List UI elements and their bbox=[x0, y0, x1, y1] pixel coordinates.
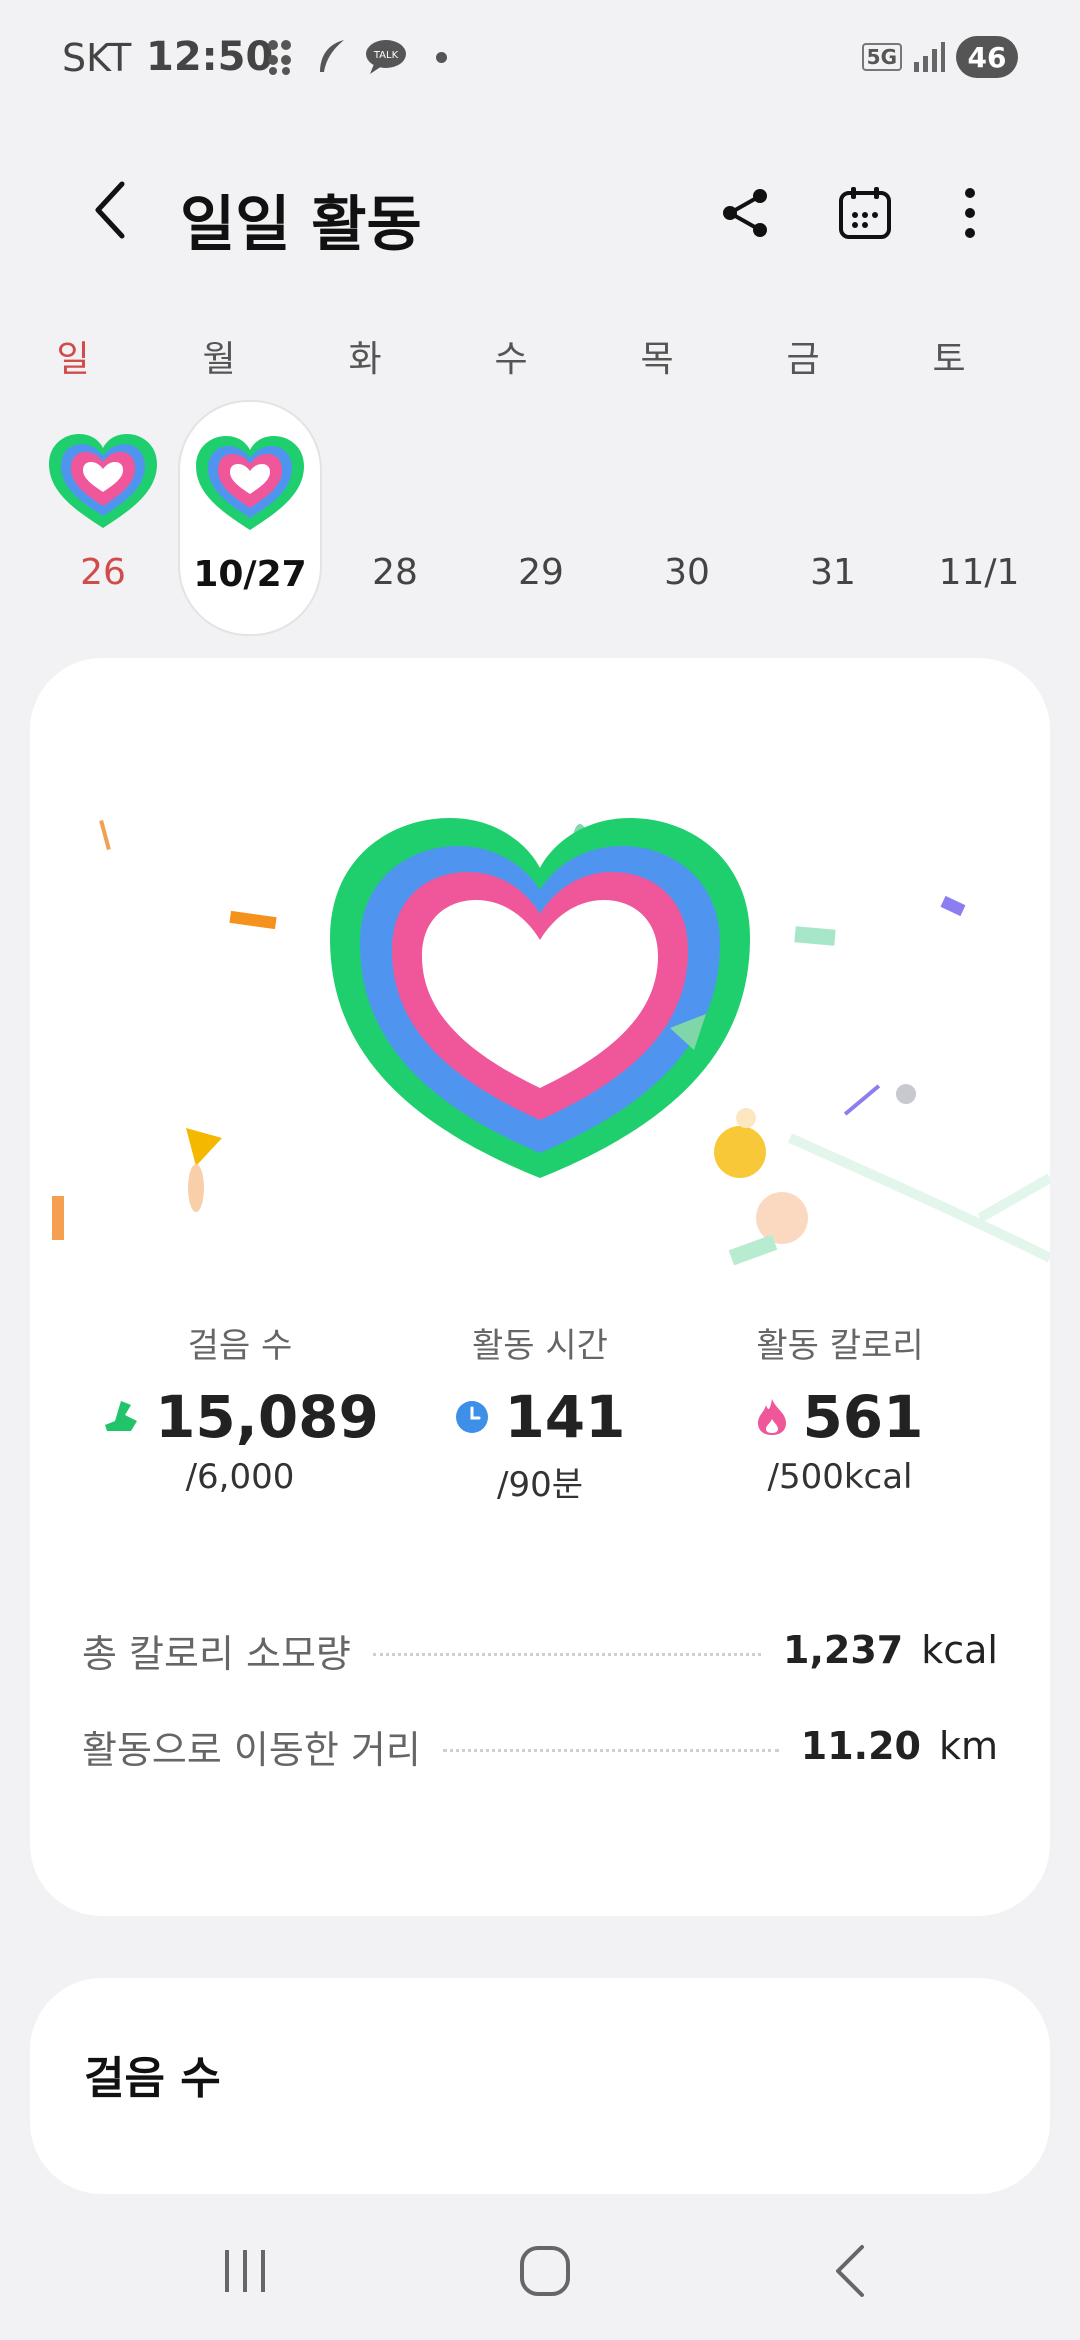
summary-value: 1,237 bbox=[783, 1628, 904, 1672]
summary-label: 활동으로 이동한 거리 bbox=[82, 1727, 421, 1772]
weekday-mon: 월 bbox=[202, 339, 236, 380]
network-5g-icon: 5G bbox=[861, 43, 902, 71]
stat-goal: /500kcal bbox=[767, 1457, 913, 1497]
clock: 12:50 bbox=[146, 34, 274, 80]
date-label: 31 bbox=[810, 552, 856, 593]
system-nav-bar bbox=[0, 2200, 1080, 2340]
carrier-label: SKT bbox=[62, 36, 132, 80]
day-11-1[interactable]: 11/1 bbox=[909, 400, 1049, 632]
day-10-27[interactable]: 10/27 bbox=[178, 400, 322, 636]
clock-icon bbox=[456, 1401, 489, 1433]
nav-back-icon bbox=[836, 2245, 864, 2297]
stat-label: 활동 시간 bbox=[472, 1326, 608, 1366]
calendar-icon bbox=[839, 187, 891, 239]
day-26[interactable]: 26 bbox=[33, 400, 173, 632]
home-button[interactable] bbox=[500, 2236, 590, 2306]
back-button[interactable] bbox=[80, 180, 140, 240]
stat-goal: /6,000 bbox=[185, 1457, 295, 1497]
date-label: 26 bbox=[80, 552, 126, 593]
share-button[interactable] bbox=[710, 178, 780, 248]
activity-ring-icon bbox=[49, 434, 157, 528]
date-label: 29 bbox=[518, 552, 564, 593]
distance-row: 활동으로 이동한 거리 11.20 km bbox=[82, 1716, 998, 1776]
more-options-button[interactable] bbox=[935, 178, 1005, 248]
date-label: 30 bbox=[664, 552, 710, 593]
stat-value: 15,089 bbox=[155, 1383, 379, 1451]
stat-goal: /90분 bbox=[497, 1465, 583, 1505]
status-bar: SKT 12:50 TALK 5G 46 bbox=[0, 0, 1080, 120]
day-29[interactable]: 29 bbox=[471, 400, 611, 632]
date-selector: 26 10/27 28 29 30 31 11/1 bbox=[0, 400, 1080, 640]
page-title: 일일 활동 bbox=[180, 190, 422, 260]
recent-apps-button[interactable] bbox=[200, 2236, 290, 2306]
recent-apps-icon bbox=[225, 2250, 265, 2292]
weekday-sat: 토 bbox=[932, 339, 966, 380]
steps-stat[interactable]: 걸음 수 15,089 /6,000 bbox=[90, 1318, 390, 1497]
total-calories-row: 총 칼로리 소모량 1,237 kcal bbox=[82, 1620, 998, 1680]
day-31[interactable]: 31 bbox=[763, 400, 903, 632]
summary-unit: kcal bbox=[921, 1628, 998, 1672]
activity-rings bbox=[330, 818, 750, 1178]
talk-icon: TALK bbox=[366, 40, 406, 74]
nav-back-button[interactable] bbox=[805, 2236, 895, 2306]
day-28[interactable]: 28 bbox=[325, 400, 465, 632]
stat-label: 걸음 수 bbox=[187, 1326, 293, 1366]
signal-icon bbox=[914, 42, 945, 72]
activity-ring-icon bbox=[196, 436, 304, 530]
steps-card-title: 걸음 수 bbox=[84, 2053, 221, 2104]
share-icon bbox=[723, 189, 767, 237]
stat-value: 561 bbox=[802, 1383, 924, 1451]
weekday-thu: 목 bbox=[640, 339, 674, 380]
back-icon bbox=[95, 181, 125, 239]
more-icon bbox=[965, 188, 975, 238]
steps-card[interactable]: 걸음 수 bbox=[30, 1978, 1050, 2194]
calendar-button[interactable] bbox=[830, 178, 900, 248]
stat-value: 141 bbox=[504, 1383, 626, 1451]
dotted-leader bbox=[372, 1652, 762, 1656]
active-time-stat[interactable]: 활동 시간 141 /90분 bbox=[390, 1318, 690, 1506]
dotted-leader bbox=[442, 1748, 779, 1752]
weekday-fri: 금 bbox=[786, 339, 820, 380]
activity-stats: 걸음 수 15,089 /6,000 활동 시간 141 /90분 활동 칼로리… bbox=[30, 1318, 1050, 1518]
flame-icon bbox=[758, 1399, 787, 1435]
day-30[interactable]: 30 bbox=[617, 400, 757, 632]
home-icon bbox=[520, 2246, 570, 2296]
summary-value: 11.20 bbox=[800, 1724, 921, 1768]
app-header: 일일 활동 bbox=[0, 160, 1080, 260]
feather-icon bbox=[320, 40, 344, 72]
daily-activity-card: 걸음 수 15,089 /6,000 활동 시간 141 /90분 활동 칼로리… bbox=[30, 658, 1050, 1916]
active-calories-stat[interactable]: 활동 칼로리 561 /500kcal bbox=[690, 1318, 990, 1497]
activity-heart-illustration bbox=[52, 818, 1050, 1266]
date-label: 11/1 bbox=[938, 552, 1020, 593]
shoe-icon bbox=[105, 1401, 138, 1431]
stat-label: 활동 칼로리 bbox=[756, 1326, 924, 1366]
weekday-sun: 일 bbox=[56, 339, 90, 380]
summary-label: 총 칼로리 소모량 bbox=[82, 1631, 351, 1676]
notification-icons: TALK bbox=[266, 38, 447, 76]
svg-text:TALK: TALK bbox=[373, 50, 399, 61]
summary-unit: km bbox=[938, 1724, 998, 1768]
app-notification-icon bbox=[268, 40, 291, 75]
weekday-tue: 화 bbox=[348, 339, 382, 380]
more-notifications-dot bbox=[436, 51, 447, 63]
weekday-header: 일 월 화 수 목 금 토 bbox=[0, 330, 1080, 382]
weekday-wed: 수 bbox=[494, 339, 528, 380]
date-label: 28 bbox=[372, 552, 418, 593]
battery-indicator: 46 bbox=[956, 36, 1018, 78]
date-label: 10/27 bbox=[193, 554, 307, 595]
